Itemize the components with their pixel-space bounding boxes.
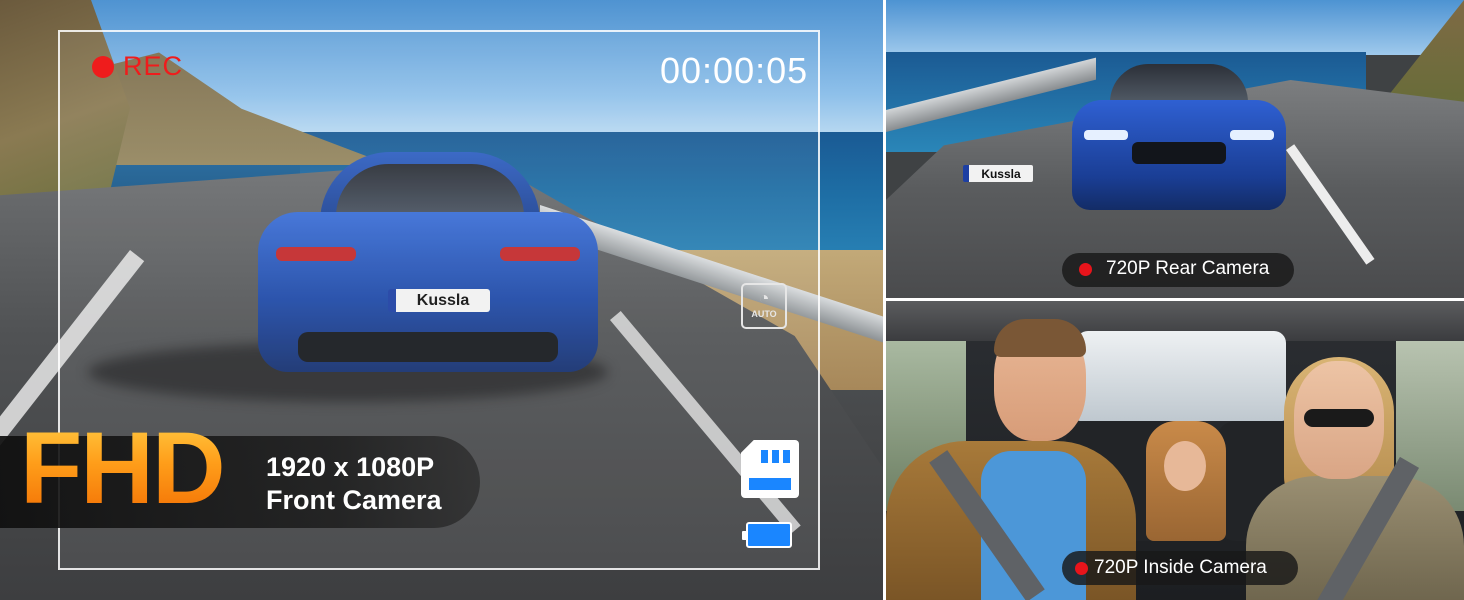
- rec-dot-icon: [92, 56, 114, 78]
- rear-license-plate: Kussla: [963, 165, 1033, 182]
- sky: [886, 0, 1464, 55]
- battery-icon: [746, 522, 792, 548]
- sunglasses: [1304, 409, 1374, 427]
- rear-car: [1072, 64, 1286, 212]
- fhd-label: FHD: [20, 411, 226, 525]
- rear-window: [1076, 331, 1286, 421]
- rec-label: REC: [123, 51, 184, 81]
- headlight: [1230, 130, 1274, 140]
- recording-timer: 00:00:05: [660, 50, 809, 91]
- front-resolution: 1920 x 1080P: [266, 452, 435, 482]
- auto-headlight-icon: ◔ AUTO: [741, 283, 787, 329]
- grille: [1132, 142, 1226, 164]
- rear-camera-label: 720P Rear Camera: [1106, 258, 1270, 279]
- sd-card-icon: [741, 440, 799, 498]
- inside-camera-label: 720P Inside Camera: [1094, 557, 1267, 578]
- rear-rec-dot-icon: [1079, 263, 1092, 276]
- front-camera-label: Front Camera: [266, 485, 442, 515]
- headlight: [1084, 130, 1128, 140]
- inside-rec-dot-icon: [1075, 562, 1088, 575]
